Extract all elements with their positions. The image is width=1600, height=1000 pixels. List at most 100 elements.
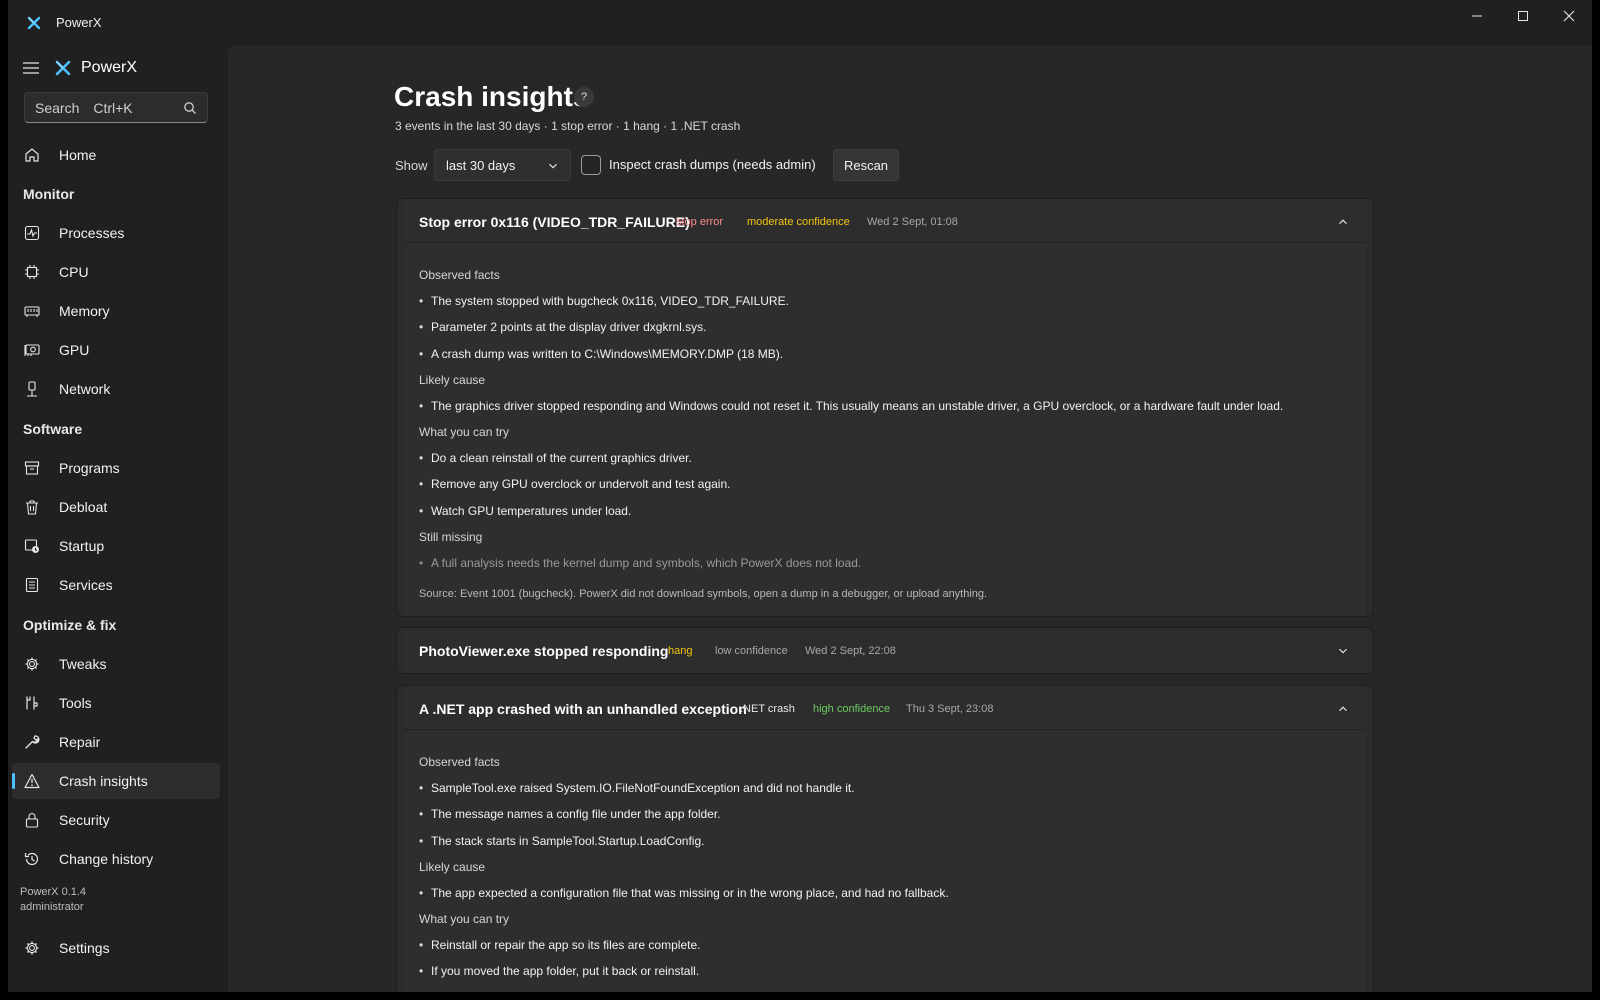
event-card-body: A .NET app crashed with an unhandled exc… <box>404 686 1366 992</box>
chevron-down-icon <box>549 163 557 169</box>
trash-icon <box>26 500 38 515</box>
event-summary: 3 events in the last 30 days · 1 stop er… <box>395 119 741 133</box>
sidebar-item-security[interactable]: Security <box>12 802 220 838</box>
section-heading: What you can try <box>419 912 510 926</box>
sidebar-item-label: Crash insights <box>59 773 148 789</box>
chevron-up-icon[interactable] <box>1338 217 1348 227</box>
sidebar-item-label: Programs <box>59 460 120 476</box>
event-kind-badge: .NET crash <box>740 703 795 715</box>
sidebar-item-label: Tools <box>59 695 92 711</box>
version-label: PowerX 0.1.4 <box>20 886 87 898</box>
chevron-down-icon[interactable] <box>1338 646 1348 656</box>
suggestion-item: • Watch GPU temperatures under load. <box>419 504 632 518</box>
time-range-value: last 30 days <box>446 158 516 173</box>
search-icon[interactable] <box>183 101 197 115</box>
sidebar-item-crash-insights[interactable]: Crash insights <box>12 763 220 799</box>
sidebar-item-label: Processes <box>59 225 125 241</box>
sidebar-item-tweaks[interactable]: Tweaks <box>12 646 220 682</box>
event-card: PhotoViewer.exe stopped responding hang … <box>396 627 1374 674</box>
version-info: PowerX 0.1.4 administrator <box>20 885 86 915</box>
event-title: PhotoViewer.exe stopped responding <box>419 643 669 659</box>
inspect-dumps-checkbox[interactable] <box>581 155 601 175</box>
close-icon <box>1563 10 1575 22</box>
sidebar-item-label: Change history <box>59 851 154 867</box>
sidebar-item-tools[interactable]: Tools <box>12 685 220 721</box>
warning-icon <box>24 773 40 789</box>
sidebar-item-startup[interactable]: Startup <box>12 528 220 564</box>
event-card-header[interactable]: A .NET app crashed with an unhandled exc… <box>404 686 1366 730</box>
event-card: A .NET app crashed with an unhandled exc… <box>396 685 1374 992</box>
user-label: administrator <box>20 901 84 913</box>
maximize-icon <box>1518 11 1528 21</box>
section-heading: Observed facts <box>419 755 500 769</box>
event-time: Thu 3 Sept, 23:08 <box>906 703 994 715</box>
services-list-icon <box>25 577 39 593</box>
close-button[interactable] <box>1546 0 1592 32</box>
main-content: Crash insights ? 3 events in the last 30… <box>228 45 1592 992</box>
event-card-header[interactable]: Stop error 0x116 (VIDEO_TDR_FAILURE) sto… <box>404 199 1366 243</box>
confidence-badge: moderate confidence <box>747 216 850 228</box>
sidebar-item-label: Debloat <box>59 499 108 515</box>
nav-group-optimize: Optimize & fix <box>23 617 117 633</box>
activity-icon <box>24 225 40 241</box>
powerx-logo-icon <box>27 16 41 29</box>
sidebar-item-home[interactable]: Home <box>12 137 220 173</box>
sidebar-item-label: Services <box>59 577 113 593</box>
app-window: PowerX PowerX Search Ctrl+K Home Monitor… <box>8 0 1592 992</box>
event-time: Wed 2 Sept, 22:08 <box>805 645 896 657</box>
sidebar-item-label: Repair <box>59 734 101 750</box>
history-icon <box>24 852 39 866</box>
sidebar: PowerX Search Ctrl+K Home Monitor Proces… <box>8 45 228 992</box>
cause-item: • The app expected a configuration file t… <box>419 886 949 900</box>
event-time: Wed 2 Sept, 01:08 <box>867 216 958 228</box>
sidebar-item-label: Tweaks <box>59 656 107 672</box>
lock-icon <box>25 813 39 828</box>
section-heading: Still missing <box>419 530 483 544</box>
tools-icon <box>26 696 38 710</box>
sidebar-item-network[interactable]: Network <box>12 371 220 407</box>
sidebar-item-label: Startup <box>59 538 105 554</box>
help-button[interactable]: ? <box>574 87 594 107</box>
fact-item: • The system stopped with bugcheck 0x116,… <box>419 294 789 308</box>
minimize-button[interactable] <box>1454 0 1500 32</box>
event-title: Stop error 0x116 (VIDEO_TDR_FAILURE) <box>419 214 690 230</box>
event-title: A .NET app crashed with an unhandled exc… <box>419 701 747 717</box>
sidebar-item-memory[interactable]: Memory <box>12 293 220 329</box>
fact-item: • SampleTool.exe raised System.IO.FileNot… <box>419 781 855 795</box>
event-kind-badge: hang <box>668 645 693 657</box>
confidence-badge: low confidence <box>715 645 788 657</box>
event-card-body: Stop error 0x116 (VIDEO_TDR_FAILURE) sto… <box>404 199 1366 616</box>
search-input[interactable]: Search Ctrl+K <box>24 92 208 123</box>
gear-icon <box>25 657 39 671</box>
sidebar-item-gpu[interactable]: GPU <box>12 332 220 368</box>
time-range-select[interactable]: last 30 days <box>434 149 571 181</box>
sidebar-item-programs[interactable]: Programs <box>12 450 220 486</box>
search-placeholder: Search <box>35 99 80 116</box>
search-shortcut: Ctrl+K <box>93 99 133 116</box>
nav-group-monitor: Monitor <box>23 186 75 202</box>
sidebar-item-services[interactable]: Services <box>12 567 220 603</box>
suggestion-item: • Remove any GPU overclock or undervolt a… <box>419 477 731 491</box>
chevron-up-icon[interactable] <box>1338 704 1348 714</box>
nav-group-software: Software <box>23 421 83 437</box>
sidebar-item-label: Memory <box>59 303 110 319</box>
gear-icon <box>25 941 39 955</box>
event-card-header[interactable]: PhotoViewer.exe stopped responding hang … <box>404 628 1366 673</box>
sidebar-item-settings[interactable]: Settings <box>12 930 220 966</box>
rescan-button[interactable]: Rescan <box>833 149 899 181</box>
inspect-dumps-label[interactable]: Inspect crash dumps (needs admin) <box>609 157 816 172</box>
section-heading: What you can try <box>419 425 510 439</box>
section-heading: Observed facts <box>419 268 500 282</box>
sidebar-item-change-history[interactable]: Change history <box>12 841 220 877</box>
home-icon <box>25 148 39 162</box>
powerx-logo-icon <box>55 60 71 76</box>
maximize-button[interactable] <box>1500 0 1546 32</box>
sidebar-item-processes[interactable]: Processes <box>12 215 220 251</box>
page-title: Crash insights <box>394 81 589 112</box>
hamburger-menu-icon[interactable] <box>22 61 40 75</box>
box-icon <box>24 461 40 475</box>
sidebar-item-repair[interactable]: Repair <box>12 724 220 760</box>
suggestion-item: • If you moved the app folder, put it bac… <box>419 964 700 978</box>
sidebar-item-cpu[interactable]: CPU <box>12 254 220 290</box>
sidebar-item-debloat[interactable]: Debloat <box>12 489 220 525</box>
